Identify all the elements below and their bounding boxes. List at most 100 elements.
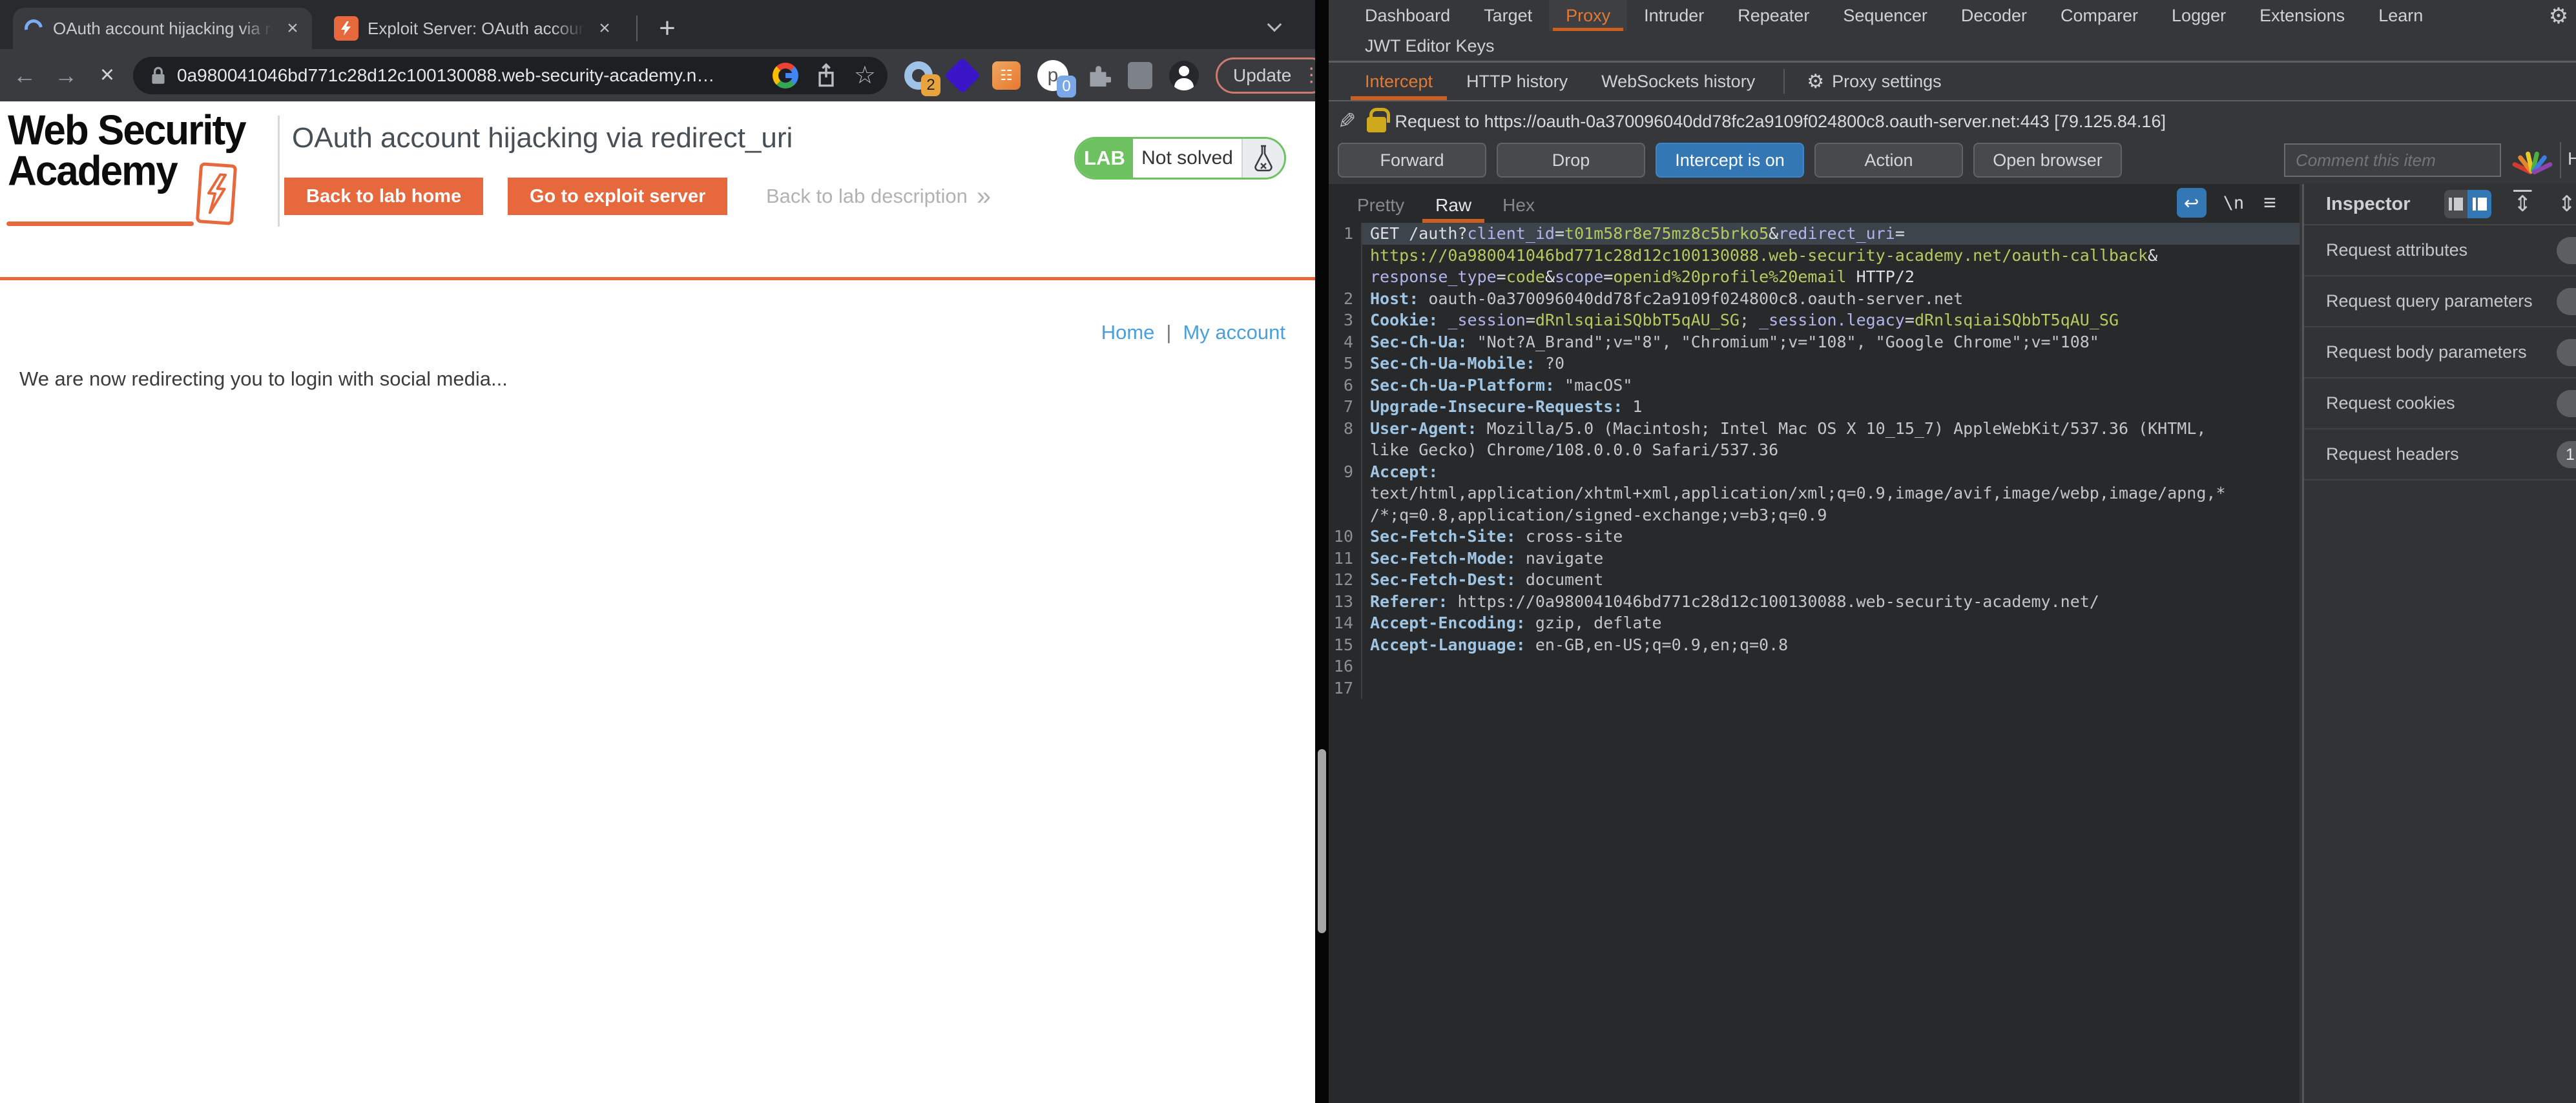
request-line[interactable]: 10 Sec-Fetch-Site: cross-site: [1329, 526, 2300, 548]
show-newlines-toggle[interactable]: \n: [2223, 193, 2245, 213]
back-to-lab-home-button[interactable]: Back to lab home: [284, 178, 484, 215]
comment-input[interactable]: [2284, 143, 2501, 177]
extensions-puzzle-icon[interactable]: [1085, 61, 1112, 90]
inspector-section-request-query-parameters[interactable]: Request query parameters: [2304, 276, 2576, 327]
go-to-exploit-server-button[interactable]: Go to exploit server: [508, 178, 728, 215]
open-browser-button[interactable]: Open browser: [1973, 143, 2122, 178]
share-icon[interactable]: [815, 63, 837, 88]
sidepanel-icon[interactable]: [1128, 61, 1152, 89]
request-line[interactable]: 11 Sec-Fetch-Mode: navigate: [1329, 547, 2300, 569]
editor-tab-pretty[interactable]: Pretty: [1342, 189, 1420, 222]
menu-item-repeater[interactable]: Repeater: [1721, 0, 1826, 31]
request-line[interactable]: 12 Sec-Fetch-Dest: document: [1329, 569, 2300, 591]
editor-tab-raw[interactable]: Raw: [1420, 189, 1487, 223]
request-line[interactable]: https://0a980041046bd771c28d12c100130088…: [1329, 244, 2300, 266]
stop-loading-button[interactable]: ×: [87, 61, 128, 89]
request-line[interactable]: 6 Sec-Ch-Ua-Platform: "macOS": [1329, 374, 2300, 396]
subtab-http-history[interactable]: HTTP history: [1449, 63, 1584, 100]
request-line[interactable]: 2 Host: oauth-0a370096040dd78fc2a9109f024…: [1329, 287, 2300, 309]
request-line[interactable]: 13 Referer: https://0a980041046bd771c28d1…: [1329, 590, 2300, 612]
request-line[interactable]: 3 Cookie: _session=dRnlsqiaiSQbbT5qAU_SG;…: [1329, 309, 2300, 331]
http-request-text[interactable]: 1 GET /auth?client_id=t01m58r8e75mz8c5brk…: [1329, 223, 2300, 1103]
back-to-lab-description-link[interactable]: Back to lab description »: [766, 178, 991, 215]
menu-item-proxy[interactable]: Proxy: [1549, 0, 1628, 31]
menu-item-dashboard[interactable]: Dashboard: [1348, 0, 1467, 31]
menu-item-extensions[interactable]: Extensions: [2243, 0, 2362, 31]
action-button[interactable]: Action: [1814, 143, 1963, 178]
line-text: Referer: https://0a980041046bd771c28d12c…: [1370, 592, 2099, 611]
address-bar[interactable]: 0a980041046bd771c28d12c100130088.web-sec…: [133, 56, 888, 94]
forward-button[interactable]: →: [45, 62, 87, 89]
expand-all-icon[interactable]: ⇕: [2513, 191, 2532, 217]
tab-list-chevron-down-icon[interactable]: [1267, 17, 1283, 34]
request-line[interactable]: 9 Accept:: [1329, 460, 2300, 482]
inspector-section-request-body-parameters[interactable]: Request body parameters: [2304, 327, 2576, 378]
menu-item-sequencer[interactable]: Sequencer: [1826, 0, 1944, 31]
proxy-settings-button[interactable]: ⚙ Proxy settings: [1796, 63, 1951, 100]
menu-item-logger[interactable]: Logger: [2155, 0, 2243, 31]
request-line[interactable]: 14 Accept-Encoding: gzip, deflate: [1329, 612, 2300, 634]
request-line[interactable]: 5 Sec-Ch-Ua-Mobile: ?0: [1329, 353, 2300, 375]
inspector-layout-toggle[interactable]: [2444, 190, 2491, 218]
extension-p-icon[interactable]: p 0: [1037, 59, 1076, 98]
browser-tab-strip: OAuth account hijacking via re × Exploit…: [0, 0, 1315, 49]
subtab-websockets-history[interactable]: WebSockets history: [1584, 63, 1772, 100]
editor-menu-icon[interactable]: ≡: [2263, 191, 2276, 216]
inspector-section-request-cookies[interactable]: Request cookies: [2304, 378, 2576, 429]
forward-button[interactable]: Forward: [1338, 143, 1486, 178]
intercept-is-on-button[interactable]: Intercept is on: [1656, 143, 1804, 178]
editor-tab-hex[interactable]: Hex: [1487, 189, 1550, 222]
settings-gear-icon[interactable]: ⚙: [2544, 1, 2573, 31]
layout-left-icon[interactable]: [2444, 190, 2468, 218]
google-icon[interactable]: [772, 62, 798, 88]
menu-item-learn[interactable]: Learn: [2362, 0, 2440, 31]
request-line[interactable]: 15 Accept-Language: en-GB,en-US;q=0.9,en;…: [1329, 634, 2300, 655]
update-button[interactable]: Update ⋮: [1216, 57, 1330, 94]
new-tab-button[interactable]: +: [649, 10, 685, 46]
subtab-intercept[interactable]: Intercept: [1348, 63, 1449, 100]
word-wrap-toggle-icon[interactable]: ↩: [2176, 188, 2207, 218]
request-line[interactable]: 8 User-Agent: Mozilla/5.0 (Macintosh; Int…: [1329, 417, 2300, 439]
lock-icon: [152, 67, 165, 84]
menu-item-comparer[interactable]: Comparer: [2044, 0, 2155, 31]
request-line[interactable]: 7 Upgrade-Insecure-Requests: 1: [1329, 396, 2300, 418]
tab-exploit-server[interactable]: Exploit Server: OAuth account ×: [324, 8, 624, 49]
bookmark-star-icon[interactable]: ☆: [854, 61, 876, 90]
menu-item-intruder[interactable]: Intruder: [1627, 0, 1721, 31]
request-line[interactable]: like Gecko) Chrome/108.0.0.0 Safari/537.…: [1329, 439, 2300, 461]
request-line[interactable]: 17: [1329, 677, 2300, 699]
layout-right-icon[interactable]: [2467, 190, 2491, 218]
tab-lab-page[interactable]: OAuth account hijacking via re ×: [13, 8, 312, 49]
request-line[interactable]: 16: [1329, 655, 2300, 677]
my-account-link[interactable]: My account: [1183, 321, 1285, 344]
line-number: 4: [1329, 331, 1362, 353]
tab-close-icon[interactable]: ×: [280, 15, 306, 41]
home-link[interactable]: Home: [1101, 321, 1155, 344]
request-editor[interactable]: Pretty Raw Hex ↩ \n ≡ 1 GET /auth?client_id…: [1329, 184, 2300, 1103]
line-text: Accept-Language: en-GB,en-US;q=0.9,en;q=…: [1370, 635, 1789, 654]
collapse-all-icon[interactable]: ⇕: [2558, 191, 2576, 217]
inspector-section-request-attributes[interactable]: Request attributes: [2304, 225, 2576, 276]
back-button[interactable]: ←: [4, 62, 45, 89]
inspector-section-request-headers[interactable]: Request headers 1: [2304, 429, 2576, 480]
drop-button[interactable]: Drop: [1497, 143, 1645, 178]
menu-item-target[interactable]: Target: [1467, 0, 1549, 31]
highlight-color-icon[interactable]: [2511, 146, 2553, 176]
request-line[interactable]: response_type=code&scope=openid%20profil…: [1329, 266, 2300, 288]
request-line[interactable]: text/html,application/xhtml+xml,applicat…: [1329, 482, 2300, 504]
line-number: 2: [1329, 287, 1362, 309]
line-number: 8: [1329, 417, 1362, 439]
menu-item-jwt-editor-keys[interactable]: JWT Editor Keys: [1348, 36, 1511, 56]
tab-close-icon[interactable]: ×: [592, 15, 618, 41]
profile-avatar[interactable]: [1169, 60, 1199, 90]
request-line[interactable]: 1 GET /auth?client_id=t01m58r8e75mz8c5brk…: [1329, 223, 2300, 245]
menu-item-decoder[interactable]: Decoder: [1944, 0, 2044, 31]
extension-proxy-icon[interactable]: 2: [904, 61, 940, 96]
extension-diamond-icon[interactable]: [944, 57, 981, 94]
request-line[interactable]: /*;q=0.8,application/signed-exchange;v=b…: [1329, 504, 2300, 526]
inspector-sections: Request attributes Request query paramete…: [2304, 224, 2576, 1103]
line-number: 15: [1329, 634, 1362, 655]
extension-orange-icon[interactable]: ☷: [992, 61, 1021, 90]
scrollbar-thumb[interactable]: [1318, 749, 1326, 933]
request-line[interactable]: 4 Sec-Ch-Ua: "Not?A_Brand";v="8", "Chromi…: [1329, 331, 2300, 353]
